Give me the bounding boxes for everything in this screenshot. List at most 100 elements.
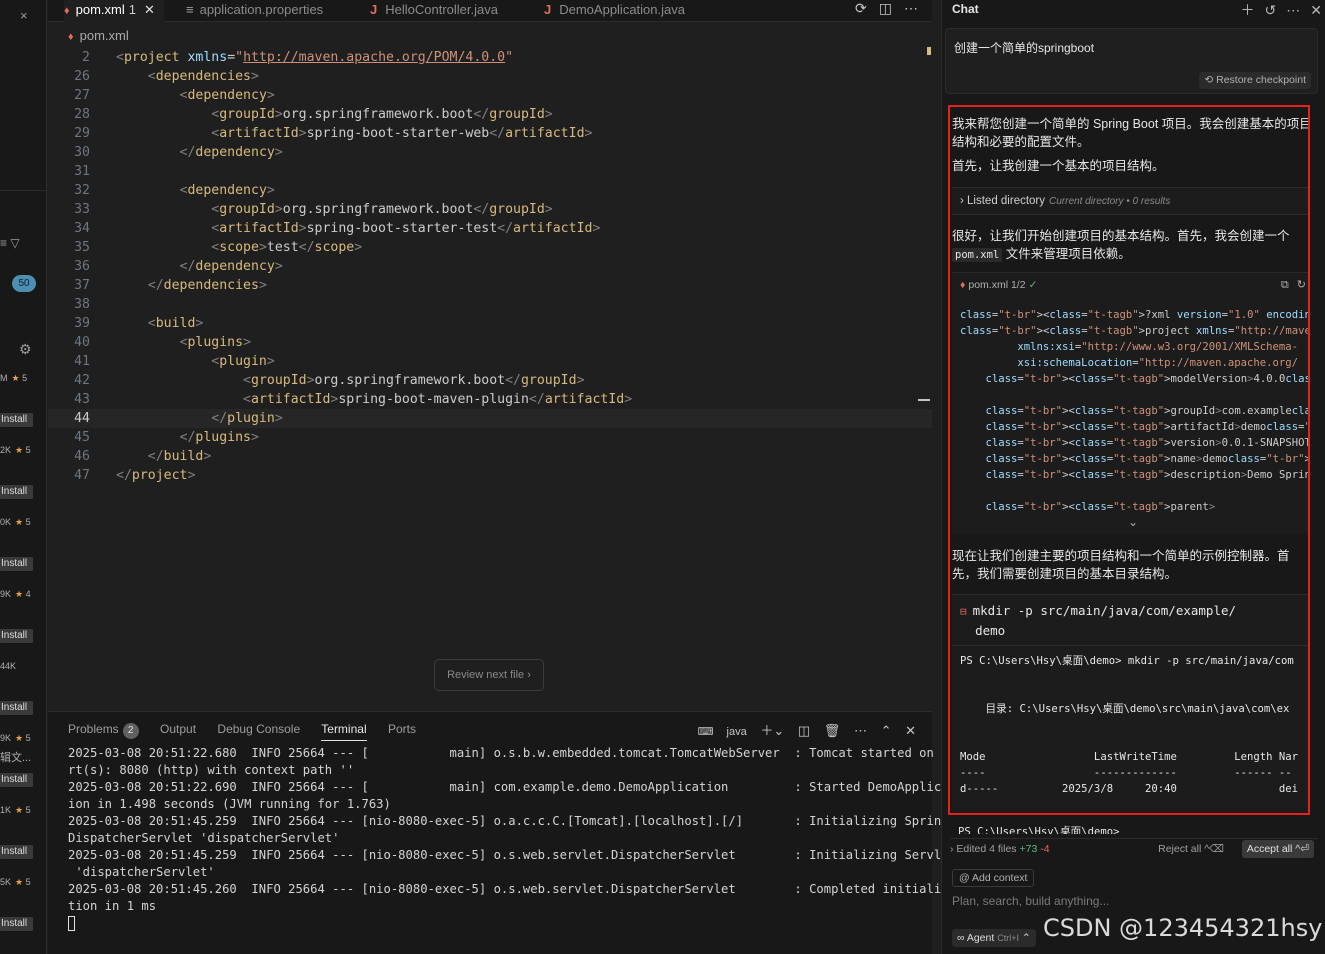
chat-input[interactable]: Plan, search, build anything... [952, 894, 1312, 908]
code-line[interactable]: 27 <dependency> [48, 86, 932, 105]
tab-output[interactable]: Output [160, 722, 196, 736]
extension-item[interactable]: 2K ★ 5 Install [0, 445, 46, 517]
copy-icon[interactable]: ⧉ [1281, 279, 1289, 291]
gear-icon[interactable]: ⚙ [19, 341, 32, 358]
split-terminal-icon[interactable]: ◫ [798, 723, 810, 738]
code-line[interactable]: 47 </project> [48, 466, 932, 485]
install-button[interactable]: Install [0, 845, 33, 859]
filter-icon[interactable]: ≡ ▽ [0, 236, 46, 250]
tab-problems[interactable]: Problems 2 [68, 722, 139, 739]
code-editor[interactable]: 2 <project xmlns="http://maven.apache.org… [48, 48, 932, 485]
extension-item[interactable]: 9K ★ 5 Install 辑文... [0, 733, 46, 805]
close-icon[interactable]: ✕ [1310, 2, 1322, 18]
extension-item[interactable]: 5K ★ 5 Install [0, 877, 46, 949]
new-chat-icon[interactable]: ＋ [1241, 2, 1255, 18]
code-line[interactable]: 33 <groupId>org.springframework.boot</gr… [48, 200, 932, 219]
code-line[interactable]: 34 <artifactId>spring-boot-starter-test<… [48, 219, 932, 238]
more-icon[interactable]: ⋯ [1286, 2, 1300, 18]
extension-item[interactable]: M ★ 5 Install [0, 373, 46, 445]
tab-demo-application[interactable]: J DemoApplication.java [544, 0, 685, 22]
add-terminal-icon[interactable]: ＋⌄ [760, 723, 784, 738]
command-output-line: 目录: C:\Users\Hsy\桌面\demo\src\main\java\c… [960, 703, 1290, 715]
tab-application-properties[interactable]: ≡ application.properties [186, 0, 323, 22]
breadcrumb[interactable]: ♦ pom.xml [68, 28, 129, 43]
code-line[interactable]: 30 </dependency> [48, 143, 932, 162]
line-number: 35 [74, 240, 90, 255]
xml-file-icon: ♦ [960, 279, 966, 291]
code-line[interactable]: 45 </plugins> [48, 428, 932, 447]
editor-tab-bar: ♦ pom.xml 1 ✕ ≡ application.properties J Hell… [48, 0, 932, 22]
listed-directory-tool[interactable]: › Listed directory Current directory • 0 … [952, 187, 1308, 215]
sync-icon[interactable]: ⟳ [855, 0, 867, 16]
code-line[interactable]: 35 <scope>test</scope> [48, 238, 932, 257]
terminal-line: 2025-03-08 20:51:22.680 INFO 25664 --- [… [68, 746, 956, 760]
install-button[interactable]: Install [0, 701, 33, 715]
count-badge: 50 [12, 275, 36, 292]
tab-hello-controller[interactable]: J HelloController.java [370, 0, 498, 22]
code-line[interactable]: 32 <dependency> [48, 181, 932, 200]
line-number: 44 [74, 411, 90, 426]
code-line[interactable]: 42 <groupId>org.springframework.boot</gr… [48, 371, 932, 390]
code-line[interactable]: 26 <dependencies> [48, 67, 932, 86]
line-number: 47 [74, 468, 90, 483]
more-icon[interactable]: ⋯ [904, 0, 918, 16]
code-line[interactable]: 46 </build> [48, 447, 932, 466]
install-button[interactable]: Install [0, 485, 33, 499]
code-line[interactable]: 38 [48, 295, 932, 314]
install-button[interactable]: Install [0, 629, 33, 643]
code-line[interactable]: 40 <plugins> [48, 333, 932, 352]
install-button[interactable]: Install [0, 413, 33, 427]
tab-ports[interactable]: Ports [388, 722, 416, 736]
tab-pom-xml[interactable]: ♦ pom.xml 1 ✕ [64, 0, 164, 22]
review-next-file-button[interactable]: Review next file › [434, 659, 544, 691]
assistant-response: 我来帮您创建一个简单的 Spring Boot 项目。我会创建基本的项目结构和必… [948, 105, 1310, 815]
code-line[interactable]: 44 </plugin> [48, 409, 932, 428]
install-button[interactable]: Install [0, 917, 33, 931]
extension-item[interactable]: 0K ★ 5 Install [0, 517, 46, 589]
split-editor-icon[interactable]: ◫ [879, 0, 892, 16]
code-line[interactable]: 41 <plugin> [48, 352, 932, 371]
ide-window: × ≡ ▽ 50 ⚙ M ★ 5 Install 2K ★ 5 Install 0K ★ 5 I… [0, 0, 1325, 954]
accept-all-button[interactable]: Accept all ^⏎ [1241, 840, 1314, 858]
code-line[interactable]: 31 [48, 162, 932, 181]
extension-item[interactable]: 9K ★ 4 Install [0, 589, 46, 661]
extension-item[interactable]: 1K ★ 5 Install [0, 805, 46, 877]
agent-mode-selector[interactable]: ∞ Agent Ctrl+I ⌃ [952, 929, 1036, 947]
close-tab-icon[interactable]: ✕ [144, 2, 155, 17]
tab-terminal[interactable]: Terminal [321, 722, 367, 741]
editor-area: ♦ pom.xml 1 ✕ ≡ application.properties J Hell… [48, 0, 932, 710]
command-output-line [960, 669, 1298, 685]
close-icon[interactable]: × [20, 8, 28, 23]
code-block-line: class="t-br"><class="t-tagb">parent> [985, 501, 1216, 513]
code-line[interactable]: 28 <groupId>org.springframework.boot</gr… [48, 105, 932, 124]
add-context-button[interactable]: @ Add context [952, 869, 1035, 887]
code-line[interactable]: 36 </dependency> [48, 257, 932, 276]
xml-file-icon: ♦ [64, 5, 70, 17]
trash-icon[interactable]: 🗑 [824, 723, 841, 738]
code-line[interactable]: 43 <artifactId>spring-boot-maven-plugin<… [48, 390, 932, 409]
chevron-down-icon[interactable]: ⌄ [1128, 515, 1138, 529]
user-message[interactable]: 创建一个简单的springboot ⟲ Restore checkpoint [945, 28, 1318, 94]
close-panel-icon[interactable]: ✕ [905, 723, 916, 738]
code-line[interactable]: 29 <artifactId>spring-boot-starter-web</… [48, 124, 932, 143]
more-icon[interactable]: ⋯ [854, 723, 867, 738]
extension-item[interactable]: 44K Install [0, 661, 46, 733]
refresh-icon[interactable]: ↻ [1297, 279, 1306, 291]
code-line[interactable]: 37 </dependencies> [48, 276, 932, 295]
terminal-output[interactable]: 2025-03-08 20:51:22.680 INFO 25664 --- [… [68, 745, 956, 932]
star-icon: ★ [15, 517, 26, 527]
history-icon[interactable]: ↺ [1265, 2, 1277, 18]
install-button[interactable]: Install [0, 773, 33, 787]
install-button[interactable]: Install [0, 557, 33, 571]
terminal-shell-selector[interactable]: ⌨ java [698, 726, 747, 738]
star-icon: ★ [11, 373, 23, 383]
code-line[interactable]: 39 <build> [48, 314, 932, 333]
maximize-panel-icon[interactable]: ⌃ [881, 723, 892, 738]
code-line[interactable]: 2 <project xmlns="http://maven.apache.org… [48, 48, 932, 67]
code-text: <plugin> [211, 354, 275, 369]
restore-checkpoint-button[interactable]: ⟲ Restore checkpoint [1199, 72, 1311, 89]
code-block-actions: ⧉ ↻ [1273, 278, 1306, 292]
command-output-continued: PS C:\Users\Hsy\桌面\demo> [958, 826, 1120, 834]
reject-all-button[interactable]: Reject all ^⌫ [1158, 839, 1224, 859]
tab-debug-console[interactable]: Debug Console [217, 722, 300, 736]
